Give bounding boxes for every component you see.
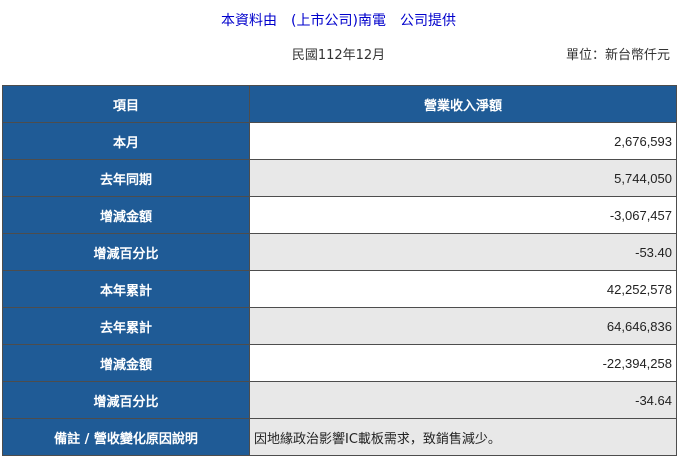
row-value: 2,676,593	[249, 122, 677, 160]
row-value: -3,067,457	[249, 196, 677, 234]
table-header-row: 項目 營業收入淨額	[2, 85, 677, 123]
column-header-item: 項目	[2, 85, 250, 123]
row-label: 本月	[2, 122, 250, 160]
table-row: 去年累計 64,646,836	[2, 307, 677, 345]
row-label: 增減金額	[2, 344, 250, 382]
row-value: 5,744,050	[249, 159, 677, 197]
row-label: 增減百分比	[2, 381, 250, 419]
data-source-caption: 本資料由 (上市公司)南電 公司提供	[221, 13, 456, 29]
note-label: 備註 / 營收變化原因說明	[2, 418, 250, 456]
table-row: 增減金額 -22,394,258	[2, 344, 677, 382]
column-header-net-revenue: 營業收入淨額	[249, 85, 677, 123]
table-row: 去年同期 5,744,050	[2, 159, 677, 197]
table-row: 增減百分比 -34.64	[2, 381, 677, 419]
row-value: -22,394,258	[249, 344, 677, 382]
row-label: 增減金額	[2, 196, 250, 234]
table-row: 增減百分比 -53.40	[2, 233, 677, 271]
currency-unit: 單位：新台幣仟元	[565, 48, 670, 63]
row-value: -34.64	[249, 381, 677, 419]
row-label: 本年累計	[2, 270, 250, 308]
note-row: 備註 / 營收變化原因說明 因地緣政治影響IC載板需求，致銷售減少。	[2, 418, 677, 456]
revenue-table: 項目 營業收入淨額 本月 2,676,593 去年同期 5,744,050 增減…	[2, 85, 677, 456]
row-label: 去年累計	[2, 307, 250, 345]
table-row: 本月 2,676,593	[2, 122, 677, 160]
row-value: 42,252,578	[249, 270, 677, 308]
note-value: 因地緣政治影響IC載板需求，致銷售減少。	[249, 418, 677, 456]
row-value: 64,646,836	[249, 307, 677, 345]
table-row: 本年累計 42,252,578	[2, 270, 677, 308]
row-value: -53.40	[249, 233, 677, 271]
row-label: 去年同期	[2, 159, 250, 197]
row-label: 增減百分比	[2, 233, 250, 271]
table-row: 增減金額 -3,067,457	[2, 196, 677, 234]
